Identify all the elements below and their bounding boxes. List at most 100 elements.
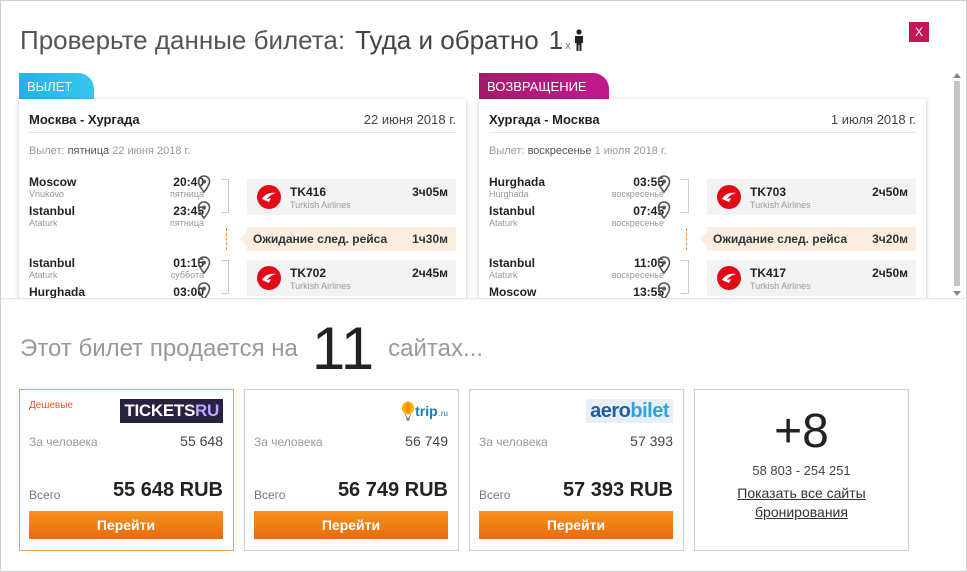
map-pin-icon xyxy=(657,256,671,275)
go-button[interactable]: Перейти xyxy=(254,511,448,539)
stop-airport: Ataturk xyxy=(489,270,518,280)
map-pin-icon xyxy=(197,201,211,220)
page-title: Проверьте данные билета: xyxy=(20,25,346,55)
flight-duration: 3ч05м xyxy=(412,185,448,199)
departure-day: пятница xyxy=(67,145,110,157)
route-title: Хургада - Москва xyxy=(489,112,600,127)
per-person-label: За человека xyxy=(29,435,98,449)
layover-info: Ожидание след. рейса 1ч30м xyxy=(240,227,456,251)
stop-city: Hurghada xyxy=(29,285,86,299)
per-person-label: За человека xyxy=(254,435,323,449)
departure-prefix: Вылет: xyxy=(489,145,525,157)
return-tag: ВОЗВРАЩЕНИЕ xyxy=(479,73,609,99)
flight-duration: 2ч50м xyxy=(872,266,908,280)
departure-line: Вылет: воскресенье 1 июля 2018 г. xyxy=(489,145,667,157)
total-label: Всего xyxy=(254,488,286,502)
ticket-details-modal: Проверьте данные билета: Туда и обратно … xyxy=(0,0,967,572)
person-icon xyxy=(573,29,585,51)
stop-city: Istanbul xyxy=(29,204,76,218)
airline-name: Turkish Airlines xyxy=(290,200,351,210)
layover-duration: 1ч30м xyxy=(412,232,448,246)
departure-date: 1 июля 2018 г. xyxy=(594,145,667,157)
logo-text: trip xyxy=(415,403,438,419)
layover-bracket xyxy=(226,228,227,250)
map-pin-icon xyxy=(657,175,671,194)
tripru-logo: trip .ru xyxy=(401,399,448,423)
balloon-icon xyxy=(402,401,415,421)
segment-bracket xyxy=(681,260,689,294)
map-pin-icon xyxy=(197,282,211,299)
show-all-sites-link[interactable]: Показать все сайты бронирования xyxy=(725,484,878,522)
close-button[interactable]: X xyxy=(909,22,929,42)
stop-airport: Hurghada xyxy=(489,189,529,199)
offer-card: aerobilet За человека 57 393 Всего 57 39… xyxy=(469,389,684,551)
departure-line: Вылет: пятница 22 июня 2018 г. xyxy=(29,145,190,157)
more-sites-card: +8 58 803 - 254 251 Показать все сайты б… xyxy=(694,389,909,551)
flight-segment: TK416 Turkish Airlines 3ч05м xyxy=(247,179,456,215)
scroll-down-arrow-icon[interactable] xyxy=(953,291,961,296)
departure-day: воскресенье xyxy=(527,145,592,157)
route-date: 22 июня 2018 г. xyxy=(363,112,456,127)
layover-label: Ожидание след. рейса xyxy=(713,232,848,246)
flight-duration: 2ч50м xyxy=(872,185,908,199)
turkish-airlines-logo xyxy=(717,266,741,290)
passenger-count: 1 xyxy=(548,25,564,55)
sites-prefix: Этот билет продается на xyxy=(20,335,298,362)
airline-name: Turkish Airlines xyxy=(290,281,351,291)
stop-airport: Vnukovo xyxy=(29,189,65,199)
turkish-airlines-logo xyxy=(257,266,281,290)
flight-number: TK417 xyxy=(750,266,787,280)
stop-item: Hurghada 03:00 xyxy=(29,285,204,299)
total-label: Всего xyxy=(29,488,61,502)
passenger-multiplier: x xyxy=(565,40,571,52)
scroll-up-arrow-icon[interactable] xyxy=(953,73,961,78)
stop-airport: Ataturk xyxy=(29,270,58,280)
aerobilet-logo: aerobilet xyxy=(586,399,673,423)
departure-date: 22 июня 2018 г. xyxy=(112,145,191,157)
stop-weekday: воскресенье xyxy=(611,218,664,228)
go-button[interactable]: Перейти xyxy=(29,511,223,539)
map-pin-icon xyxy=(197,175,211,194)
airline-name: Turkish Airlines xyxy=(750,200,811,210)
return-card: Хургада - Москва 1 июля 2018 г. Вылет: в… xyxy=(479,99,926,299)
stop-item: Hurghada Hurghada 03:55 воскресенье xyxy=(489,175,664,203)
flight-segment: TK417 Turkish Airlines 2ч50м xyxy=(707,260,916,296)
route-date: 1 июля 2018 г. xyxy=(830,112,916,127)
per-person-price: 56 749 xyxy=(405,433,448,449)
map-pin-icon xyxy=(657,282,671,299)
layover-bracket xyxy=(686,228,687,250)
total-price: 57 393 RUB xyxy=(562,479,673,501)
outbound-tag: ВЫЛЕТ xyxy=(19,73,95,99)
offer-card: trip .ru За человека 56 749 Всего 56 749 … xyxy=(244,389,459,551)
stop-item: Istanbul Ataturk 23:45 пятница xyxy=(29,204,204,232)
stop-weekday: пятница xyxy=(169,218,204,228)
logo-text-accent: .ru xyxy=(438,408,448,418)
total-label: Всего xyxy=(479,488,511,502)
flight-number: TK702 xyxy=(290,266,327,280)
layover-label: Ожидание след. рейса xyxy=(253,232,388,246)
flight-number: TK703 xyxy=(750,185,787,199)
map-pin-icon xyxy=(657,201,671,220)
segment-bracket xyxy=(221,179,229,213)
layover-duration: 3ч20м xyxy=(872,232,908,246)
flight-segment: TK702 Turkish Airlines 2ч45м xyxy=(247,260,456,296)
scrollbar-thumb[interactable] xyxy=(954,81,960,286)
trip-type: Туда и обратно xyxy=(355,25,539,55)
sites-heading: Этот билет продается на 11 сайтах... xyxy=(20,319,483,379)
more-sites-count: +8 xyxy=(774,405,829,458)
stop-city: Istanbul xyxy=(29,256,76,270)
go-button[interactable]: Перейти xyxy=(479,511,673,539)
route-row: Москва - Хургада 22 июня 2018 г. xyxy=(29,109,456,133)
flight-details-area: ВЫЛЕТ Москва - Хургада 22 июня 2018 г. В… xyxy=(1,73,967,299)
section-divider xyxy=(1,298,967,300)
stop-item: Istanbul Ataturk 07:45 воскресенье xyxy=(489,204,664,232)
stop-city: Moscow xyxy=(489,285,537,299)
route-row: Хургада - Москва 1 июля 2018 г. xyxy=(489,109,916,133)
segment-bracket xyxy=(221,260,229,294)
sites-suffix: сайтах... xyxy=(388,335,483,362)
turkish-airlines-logo xyxy=(717,185,741,209)
logo-text-accent: bilet xyxy=(630,400,669,422)
map-pin-icon xyxy=(197,256,211,275)
logo-text: aero xyxy=(590,400,631,422)
flight-number: TK416 xyxy=(290,185,327,199)
